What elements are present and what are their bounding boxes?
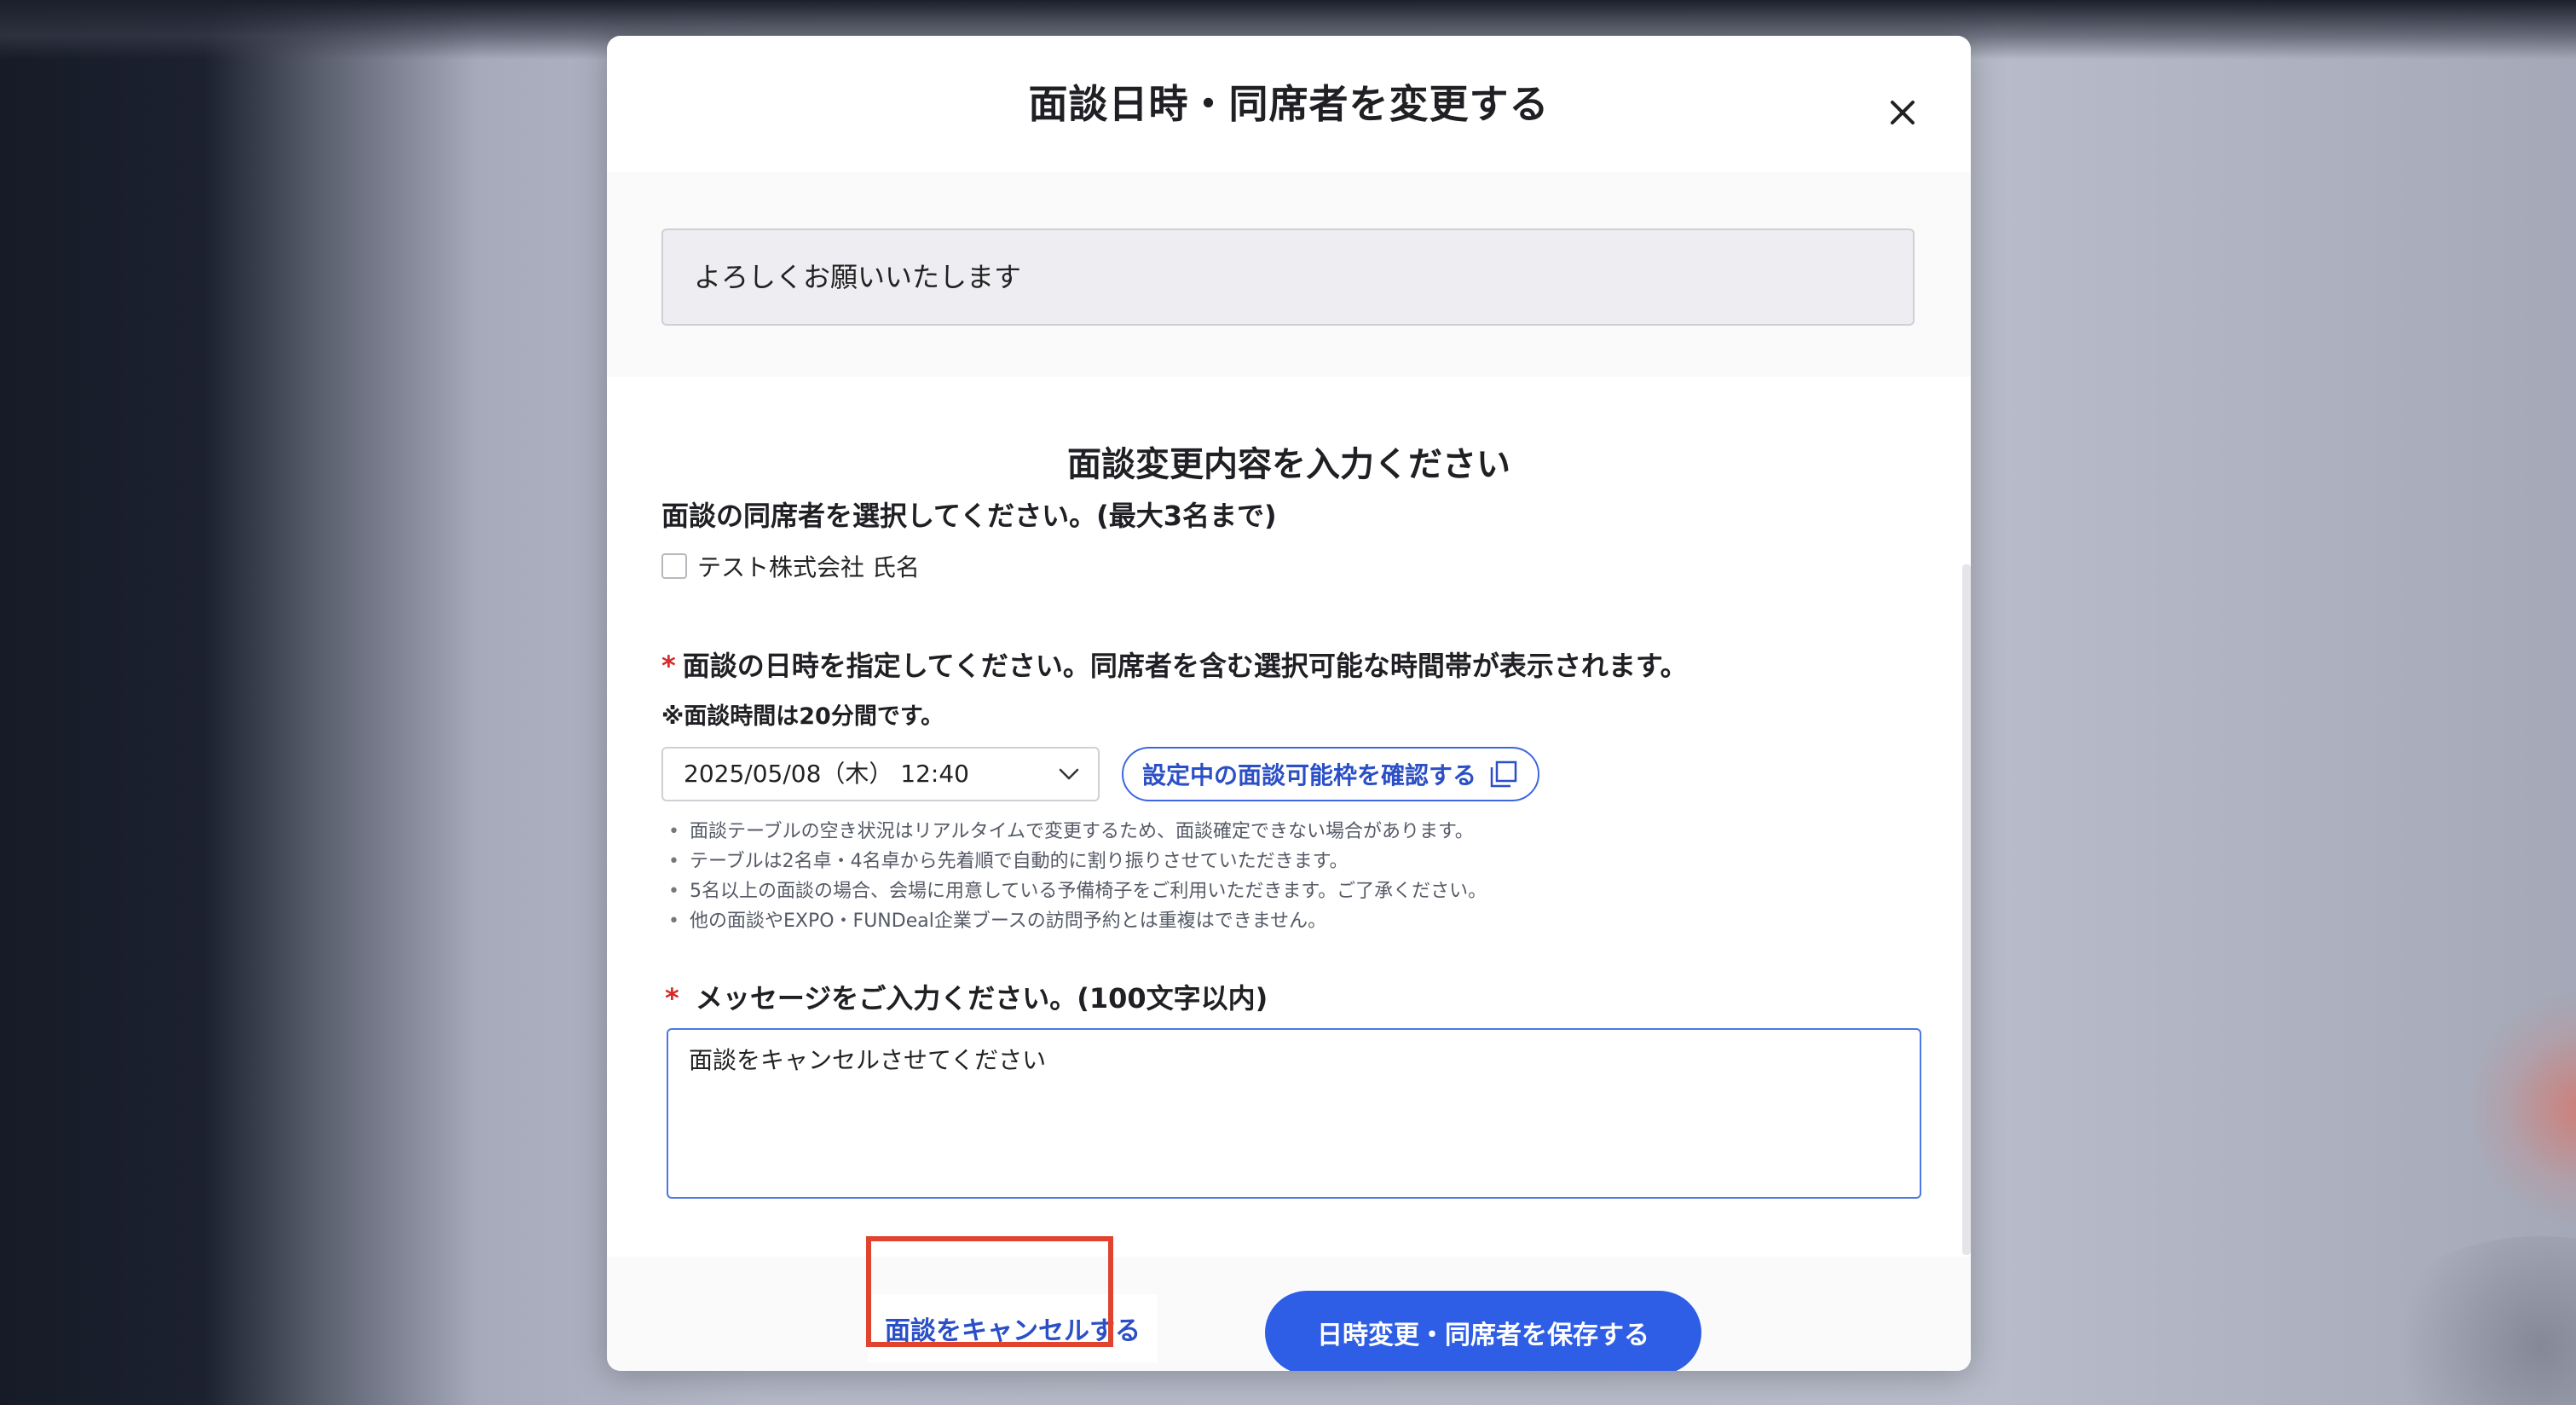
datetime-select[interactable]: 2025/05/08（木） 12:40 bbox=[661, 747, 1100, 801]
check-slots-button[interactable]: 設定中の面談可能枠を確認する bbox=[1122, 747, 1539, 801]
datetime-label: 面談の日時を指定してください。同席者を含む選択可能な時間帯が表示されます。 bbox=[682, 650, 1688, 682]
message-label: メッセージをご入力ください。(100文字以内) bbox=[695, 982, 1268, 1015]
list-item: 面談テーブルの空き状況はリアルタイムで変更するため、面談確定できない場合がありま… bbox=[668, 817, 1487, 847]
previous-message: よろしくお願いいたします bbox=[661, 228, 1915, 326]
close-button[interactable] bbox=[1877, 87, 1928, 138]
backdrop-blur-shape bbox=[2370, 1236, 2576, 1405]
modal-header: 面談日時・同席者を変更する bbox=[607, 36, 1971, 172]
duration-note: ※面談時間は20分間です。 bbox=[661, 703, 944, 730]
section-title: 面談変更内容を入力ください bbox=[1067, 445, 1510, 484]
modal-body[interactable]: よろしくお願いいたします 面談変更内容を入力ください 面談の同席者を選択してくだ… bbox=[607, 172, 1971, 1257]
datetime-notes-list: 面談テーブルの空き状況はリアルタイムで変更するため、面談確定できない場合がありま… bbox=[668, 817, 1487, 936]
list-item: 5名以上の面談の場合、会場に用意している予備椅子をご利用いただきます。ご了承くだ… bbox=[668, 876, 1487, 906]
list-item: テーブルは2名卓・4名卓から先着順で自動的に割り振りさせていただきます。 bbox=[668, 847, 1487, 876]
close-icon bbox=[1891, 101, 1915, 124]
change-meeting-modal: 面談日時・同席者を変更する よろしくお願いいたします 面談変更内容を入力ください… bbox=[607, 36, 1971, 1371]
chevron-down-icon bbox=[1059, 768, 1079, 780]
datetime-selected-value: 2025/05/08（木） 12:40 bbox=[684, 760, 969, 788]
modal-title: 面談日時・同席者を変更する bbox=[1028, 81, 1550, 127]
modal-footer: 面談をキャンセルする 日時変更・同席者を保存する bbox=[607, 1257, 1971, 1371]
attendee-option[interactable]: テスト株式会社 氏名 bbox=[661, 547, 920, 585]
attendee-option-label: テスト株式会社 氏名 bbox=[697, 553, 920, 581]
copy-window-icon bbox=[1490, 760, 1517, 788]
required-mark: * bbox=[665, 982, 679, 1015]
required-mark: * bbox=[661, 650, 676, 682]
datetime-label-row: * 面談の日時を指定してください。同席者を含む選択可能な時間帯が表示されます。 bbox=[661, 645, 1688, 684]
list-item: 他の面談やEXPO・FUNDeal企業ブースの訪問予約とは重複はできません。 bbox=[668, 906, 1487, 936]
backdrop-blur-shape bbox=[2472, 980, 2576, 1236]
message-textarea[interactable]: 面談をキャンセルさせてください bbox=[667, 1028, 1921, 1199]
check-slots-label: 設定中の面談可能枠を確認する bbox=[1141, 761, 1476, 789]
attendee-checkbox[interactable] bbox=[661, 553, 687, 579]
annotation-highlight-box bbox=[866, 1236, 1113, 1347]
attendees-label: 面談の同席者を選択してください。(最大3名まで) bbox=[661, 500, 1277, 532]
previous-message-section: よろしくお願いいたします bbox=[607, 172, 1971, 377]
scrollbar[interactable] bbox=[1962, 564, 1971, 1255]
message-label-row: * メッセージをご入力ください。(100文字以内) bbox=[665, 977, 1268, 1016]
save-changes-button[interactable]: 日時変更・同席者を保存する bbox=[1265, 1291, 1701, 1371]
